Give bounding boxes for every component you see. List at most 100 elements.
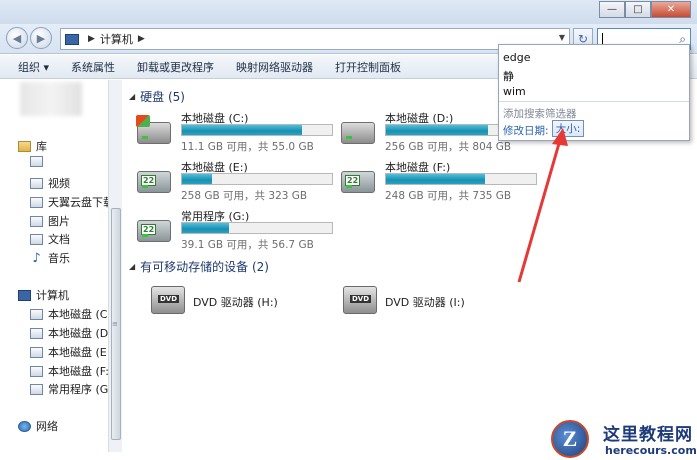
sidebar-item-blank[interactable]: [30, 156, 48, 167]
chevron-right-icon[interactable]: ▶: [88, 34, 95, 44]
search-suggestion[interactable]: wim: [503, 85, 526, 98]
drive-g[interactable]: 常用程序 (G:) 39.1 GB 可用，共 56.7 GB: [137, 208, 337, 258]
chevron-right-icon[interactable]: ▶: [138, 34, 145, 44]
sidebar-item-label: 音乐: [48, 252, 70, 265]
documents-icon: [30, 233, 43, 245]
sidebar-item-label: 本地磁盘 (F:): [48, 365, 114, 378]
filter-size-button[interactable]: 大小:: [552, 120, 584, 137]
sidebar-item-label: 天翼云盘下载: [48, 196, 114, 209]
watermark-url: herecours.com: [605, 444, 697, 457]
sidebar-item-tianyi[interactable]: 天翼云盘下载: [30, 194, 114, 210]
search-suggestions-dropdown: edge 静 wim 添加搜索筛选器 修改日期: 大小:: [498, 44, 690, 141]
blurred-favorites: [20, 82, 82, 116]
group-header-hard-disks[interactable]: ◢ 硬盘 (5): [129, 88, 185, 105]
add-filter-hint: 添加搜索筛选器: [503, 108, 577, 120]
sidebar-item-pictures[interactable]: 图片: [30, 213, 70, 229]
drive-f[interactable]: 本地磁盘 (F:) 248 GB 可用，共 735 GB: [341, 159, 541, 209]
dvd-label: DVD: [350, 295, 372, 303]
divider: [499, 101, 689, 102]
drive-name: DVD 驱动器 (H:): [193, 296, 278, 309]
filter-date-modified[interactable]: 修改日期:: [503, 123, 549, 138]
close-button[interactable]: ✕: [651, 1, 691, 18]
breadcrumb-computer[interactable]: 计算机: [100, 31, 133, 47]
sidebar-item-drive-c[interactable]: 本地磁盘 (C:): [30, 306, 115, 322]
drive-space-info: 11.1 GB 可用，共 55.0 GB: [181, 141, 314, 153]
system-drive-icon: [136, 115, 171, 144]
drive-name: DVD 驱动器 (I:): [385, 296, 465, 309]
sidebar-item-network[interactable]: 网络: [18, 418, 58, 434]
computer-icon: [18, 289, 31, 301]
usage-fill: [182, 174, 212, 184]
drive-e[interactable]: 本地磁盘 (E:) 258 GB 可用，共 323 GB: [137, 159, 337, 209]
sidebar-item-documents[interactable]: 文档: [30, 231, 70, 247]
folder-icon: [30, 156, 43, 167]
dvd-drive-i[interactable]: DVD DVD 驱动器 (I:): [343, 282, 543, 322]
sidebar-item-videos[interactable]: 视频: [30, 175, 70, 191]
drive-space-info: 256 GB 可用，共 804 GB: [385, 141, 512, 153]
grip-icon: ≡: [112, 320, 118, 328]
sidebar-item-label: 图片: [48, 215, 70, 228]
group-header-label: 有可移动存储的设备 (2): [140, 260, 269, 274]
watermark-title: 这里教程网: [603, 425, 693, 445]
sidebar-item-label: 本地磁盘 (E:): [48, 346, 115, 359]
sidebar-item-drive-e[interactable]: 本地磁盘 (E:): [30, 344, 115, 360]
sidebar-item-library[interactable]: 库: [18, 138, 47, 154]
sidebar-scrollbar[interactable]: ≡: [108, 80, 122, 452]
dvd-drive-h[interactable]: DVD DVD 驱动器 (H:): [151, 282, 351, 322]
computer-icon: [65, 33, 79, 45]
sidebar-item-drive-d[interactable]: 本地磁盘 (D:): [30, 325, 116, 341]
sidebar-item-label: 本地磁盘 (C:): [48, 308, 116, 321]
sidebar-item-label: 文档: [48, 233, 70, 246]
system-properties-button[interactable]: 系统属性: [71, 59, 115, 75]
sidebar-item-drive-f[interactable]: 本地磁盘 (F:): [30, 363, 113, 379]
navigation-pane: 库 视频 天翼云盘下载 图片 文档 ♪ 音乐 计算机 本地磁盘 (C:) 本地磁…: [0, 80, 116, 460]
maximize-button[interactable]: □: [625, 1, 651, 18]
usage-fill: [386, 125, 488, 135]
usage-fill: [182, 125, 302, 135]
back-arrow-icon: ◀: [12, 31, 22, 45]
drive-icon: [30, 383, 43, 395]
search-suggestion[interactable]: edge: [503, 51, 531, 64]
drive-space-info: 39.1 GB 可用，共 56.7 GB: [181, 239, 314, 251]
collapse-triangle-icon[interactable]: ◢: [129, 92, 135, 101]
organize-menu-button[interactable]: 组织 ▾: [18, 59, 49, 75]
drive-space-info: 258 GB 可用，共 323 GB: [181, 190, 308, 202]
search-suggestion[interactable]: 静: [503, 68, 514, 84]
sidebar-item-drive-g[interactable]: 常用程序 (G:): [30, 381, 116, 397]
music-note-icon: ♪: [32, 250, 41, 266]
back-button[interactable]: ◀: [6, 27, 28, 49]
usage-bar: [181, 173, 333, 185]
open-control-panel-button[interactable]: 打开控制面板: [335, 59, 401, 75]
video-icon: [30, 177, 43, 189]
drive-icon: [341, 171, 375, 193]
usage-bar: [181, 124, 333, 136]
uninstall-program-button[interactable]: 卸载或更改程序: [137, 59, 214, 75]
sidebar-item-label: 常用程序 (G:): [48, 383, 117, 396]
title-bar: — □ ✕: [0, 0, 697, 24]
usage-fill: [386, 174, 485, 184]
map-network-drive-button[interactable]: 映射网络驱动器: [236, 59, 313, 75]
drive-c[interactable]: 本地磁盘 (C:) 11.1 GB 可用，共 55.0 GB: [136, 110, 337, 160]
usage-fill: [182, 223, 229, 233]
forward-button[interactable]: ▶: [30, 27, 52, 49]
collapse-triangle-icon[interactable]: ◢: [129, 262, 135, 271]
folder-icon: [30, 196, 43, 208]
sidebar-item-music[interactable]: ♪ 音乐: [30, 250, 70, 266]
pictures-icon: [30, 215, 43, 227]
sidebar-item-label: 视频: [48, 177, 70, 190]
usage-bar: [181, 222, 333, 234]
forward-arrow-icon: ▶: [36, 31, 46, 45]
usage-bar: [385, 173, 537, 185]
drive-icon: [137, 220, 171, 242]
system-drive-icon: [30, 308, 43, 320]
sidebar-item-label: 网络: [36, 420, 58, 433]
dvd-drive-icon: DVD: [151, 286, 185, 314]
drive-space-info: 248 GB 可用，共 735 GB: [385, 190, 512, 202]
minimize-button[interactable]: —: [599, 1, 625, 18]
address-field[interactable]: ▶ 计算机 ▶ ▼: [60, 28, 570, 50]
chevron-down-icon[interactable]: ▼: [559, 33, 565, 42]
sidebar-item-computer[interactable]: 计算机: [18, 287, 69, 303]
group-header-removable[interactable]: ◢ 有可移动存储的设备 (2): [129, 258, 269, 275]
drive-icon: [30, 327, 43, 339]
dvd-drive-icon: DVD: [343, 286, 377, 314]
